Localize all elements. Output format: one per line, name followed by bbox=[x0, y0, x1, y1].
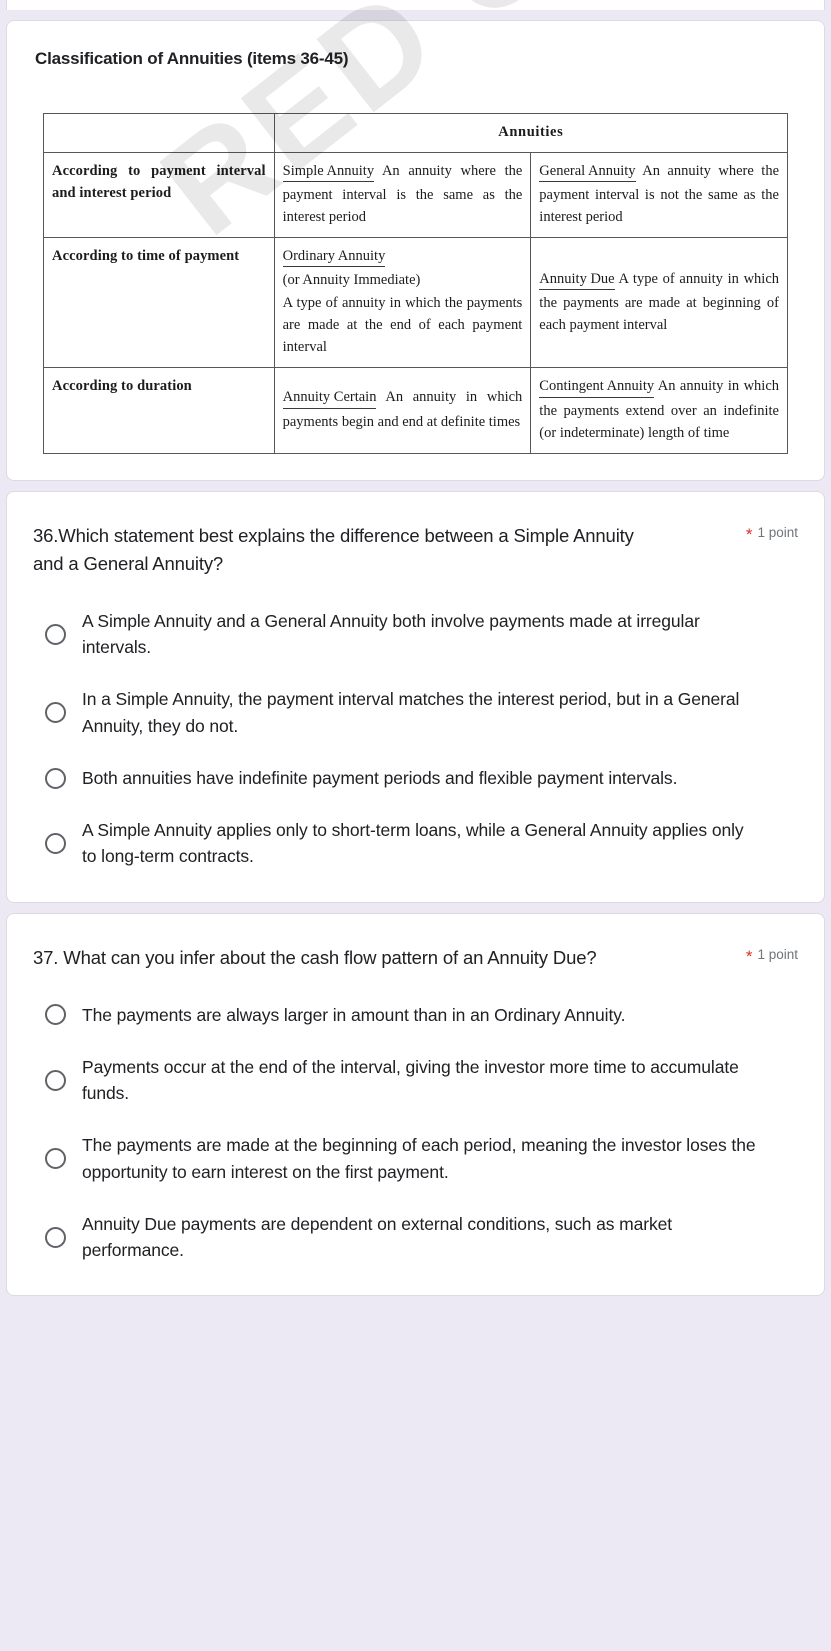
required-asterisk-icon: * bbox=[745, 524, 753, 544]
option-label: Annuity Due payments are dependent on ex… bbox=[82, 1213, 672, 1261]
row-2-right-term: Contingent Annuity bbox=[539, 377, 655, 398]
option-row[interactable]: A Simple Annuity applies only to short-t… bbox=[33, 817, 798, 870]
table-corner-blank bbox=[43, 112, 275, 154]
option-row[interactable]: The payments are made at the beginning o… bbox=[33, 1132, 798, 1185]
annuities-classification-table: Annuities According to payment interval … bbox=[43, 112, 789, 454]
radio-button-icon[interactable] bbox=[45, 623, 66, 645]
required-asterisk-icon: * bbox=[745, 946, 753, 966]
question-36-options: A Simple Annuity and a General Annuity b… bbox=[33, 608, 798, 870]
option-label: A Simple Annuity applies only to short-t… bbox=[82, 820, 744, 867]
row-0-left-term: Simple Annuity bbox=[282, 162, 375, 183]
radio-button-icon[interactable] bbox=[45, 1226, 66, 1248]
row-1-left-definition: A type of annuity in which the payments … bbox=[282, 295, 523, 356]
row-category-0: According to payment interval and intere… bbox=[43, 152, 275, 239]
row-0-right-cell: General Annuity An annuity where the pay… bbox=[530, 152, 788, 239]
row-category-2: According to duration bbox=[43, 367, 275, 454]
previous-question-card-clipped bbox=[6, 0, 825, 10]
option-row[interactable]: Payments occur at the end of the interva… bbox=[33, 1054, 798, 1107]
table-top-header: Annuities bbox=[273, 112, 789, 154]
option-label: The payments are made at the beginning o… bbox=[82, 1135, 756, 1182]
option-row[interactable]: Annuity Due payments are dependent on ex… bbox=[33, 1211, 798, 1264]
radio-button-icon[interactable] bbox=[45, 702, 66, 724]
question-36-title: 36.Which statement best explains the dif… bbox=[33, 524, 634, 574]
radio-button-icon[interactable] bbox=[45, 1069, 66, 1091]
option-row[interactable]: In a Simple Annuity, the payment interva… bbox=[33, 686, 798, 739]
row-1-left-cell: Ordinary Annuity (or Annuity Immediate) … bbox=[273, 237, 532, 369]
table-row: According to time of payment Ordinary An… bbox=[43, 237, 788, 369]
question-card-37: 37. What can you infer about the cash fl… bbox=[6, 912, 825, 1297]
option-label: Both annuities have indefinite payment p… bbox=[82, 767, 678, 788]
radio-button-icon[interactable] bbox=[45, 832, 66, 854]
row-2-left-term: Annuity Certain bbox=[282, 388, 377, 409]
option-label: Payments occur at the end of the interva… bbox=[82, 1056, 739, 1104]
option-label: The payments are always larger in amount… bbox=[82, 1004, 626, 1025]
question-37-title: 37. What can you infer about the cash fl… bbox=[33, 946, 597, 968]
row-0-left-cell: Simple Annuity An annuity where the paym… bbox=[273, 152, 532, 239]
radio-button-icon[interactable] bbox=[45, 767, 66, 789]
option-label: A Simple Annuity and a General Annuity b… bbox=[82, 610, 700, 658]
row-2-left-cell: Annuity Certain An annuity in which paym… bbox=[273, 367, 532, 454]
radio-button-icon[interactable] bbox=[45, 1148, 66, 1170]
option-row[interactable]: A Simple Annuity and a General Annuity b… bbox=[33, 608, 798, 661]
question-37-header: 37. What can you infer about the cash fl… bbox=[33, 944, 798, 972]
question-37-points-group: * 1 point bbox=[746, 944, 798, 965]
row-1-right-term: Annuity Due bbox=[539, 270, 615, 290]
row-category-1: According to time of payment bbox=[43, 237, 275, 369]
image-card-title: Classification of Annuities (items 36-45… bbox=[35, 49, 349, 68]
annuities-table-image: RED COPY Annuities According to payment … bbox=[43, 0, 821, 454]
table-header-row: Annuities bbox=[43, 112, 789, 154]
question-37-points-label: 1 point bbox=[757, 946, 798, 962]
question-37-options: The payments are always larger in amount… bbox=[33, 1002, 798, 1264]
row-0-right-term: General Annuity bbox=[539, 162, 636, 183]
radio-button-icon[interactable] bbox=[45, 1004, 66, 1026]
question-36-points-group: * 1 point bbox=[746, 522, 798, 543]
classification-image-card: Classification of Annuities (items 36-45… bbox=[6, 0, 825, 481]
row-1-left-term: Ordinary Annuity bbox=[282, 247, 386, 268]
option-label: In a Simple Annuity, the payment interva… bbox=[82, 689, 740, 736]
question-36-header: 36.Which statement best explains the dif… bbox=[33, 522, 798, 578]
question-card-36: 36.Which statement best explains the dif… bbox=[6, 490, 825, 903]
row-1-right-cell: Annuity Due A type of annuity in which t… bbox=[530, 237, 788, 369]
question-36-points-label: 1 point bbox=[757, 524, 798, 540]
option-row[interactable]: Both annuities have indefinite payment p… bbox=[33, 765, 798, 791]
table-row: According to payment interval and intere… bbox=[43, 152, 788, 239]
row-2-right-cell: Contingent Annuity An annuity in which t… bbox=[530, 367, 788, 454]
table-row: According to duration Annuity Certain An… bbox=[43, 367, 788, 454]
row-1-left-subterm: (or Annuity Immediate) bbox=[282, 272, 421, 289]
option-row[interactable]: The payments are always larger in amount… bbox=[33, 1002, 798, 1028]
